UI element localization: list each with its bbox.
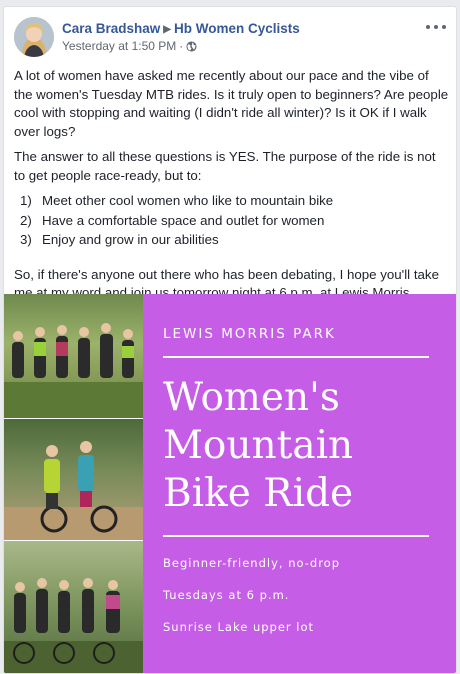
post-card: Cara Bradshaw ▶ Hb Women Cyclists Yesterda… <box>3 6 457 674</box>
group-photo-1 <box>4 294 143 418</box>
post-header: Cara Bradshaw ▶ Hb Women Cyclists Yesterda… <box>14 17 446 61</box>
dot <box>434 25 438 29</box>
title-line: Women's <box>163 375 340 420</box>
group-photo-3 <box>4 541 143 673</box>
post-image[interactable]: LEWIS MORRIS PARK Women's Mountain Bike … <box>4 294 456 673</box>
post-meta: Yesterday at 1:50 PM · <box>62 39 197 53</box>
group-name[interactable]: Hb Women Cyclists <box>174 21 300 36</box>
author-line: Cara Bradshaw ▶ Hb Women Cyclists <box>62 21 300 36</box>
list-number: 2) <box>20 212 32 228</box>
meta-separator: · <box>179 39 184 53</box>
flyer-panel: LEWIS MORRIS PARK Women's Mountain Bike … <box>143 294 456 673</box>
flyer-title: Women's Mountain Bike Ride <box>163 374 353 518</box>
divider <box>163 535 429 537</box>
list-text: Enjoy and grow in our abilities <box>42 232 219 247</box>
dot <box>442 25 446 29</box>
list-number: 1) <box>20 193 32 208</box>
avatar[interactable] <box>14 17 54 57</box>
post-intro: A lot of women have asked me recently ab… <box>14 68 449 139</box>
post-answer: The answer to all these questions is YES… <box>14 149 436 183</box>
list-text: Have a comfortable space and outlet for … <box>42 212 325 228</box>
timestamp[interactable]: Yesterday at 1:50 PM <box>62 39 176 53</box>
globe-icon[interactable] <box>186 40 197 52</box>
post-body: A lot of women have asked me recently ab… <box>14 67 450 328</box>
avatar-photo <box>14 17 54 57</box>
flyer-detail: Beginner-friendly, no-drop <box>163 556 340 570</box>
list-item: 2) Have a comfortable space and outlet fo… <box>14 212 450 231</box>
park-name: LEWIS MORRIS PARK <box>163 326 336 342</box>
divider <box>163 356 429 358</box>
list-number: 3) <box>20 232 32 247</box>
title-line: Bike Ride <box>163 471 354 516</box>
list-item: 3) Enjoy and grow in our abilities <box>14 231 450 250</box>
triangle-right-icon: ▶ <box>163 24 171 35</box>
title-line: Mountain <box>163 423 354 468</box>
group-photo-2 <box>4 419 143 540</box>
reasons-list: 1) Meet other cool women who like to moun… <box>14 192 450 250</box>
list-item: 1) Meet other cool women who like to moun… <box>14 192 450 211</box>
flyer-detail: Sunrise Lake upper lot <box>163 620 315 634</box>
photo-collage <box>4 294 143 673</box>
dot <box>426 25 430 29</box>
author-name[interactable]: Cara Bradshaw <box>62 21 160 36</box>
more-options-icon[interactable] <box>426 19 446 35</box>
list-text: Meet other cool women who like to mounta… <box>42 193 334 208</box>
flyer-detail: Tuesdays at 6 p.m. <box>163 588 290 602</box>
